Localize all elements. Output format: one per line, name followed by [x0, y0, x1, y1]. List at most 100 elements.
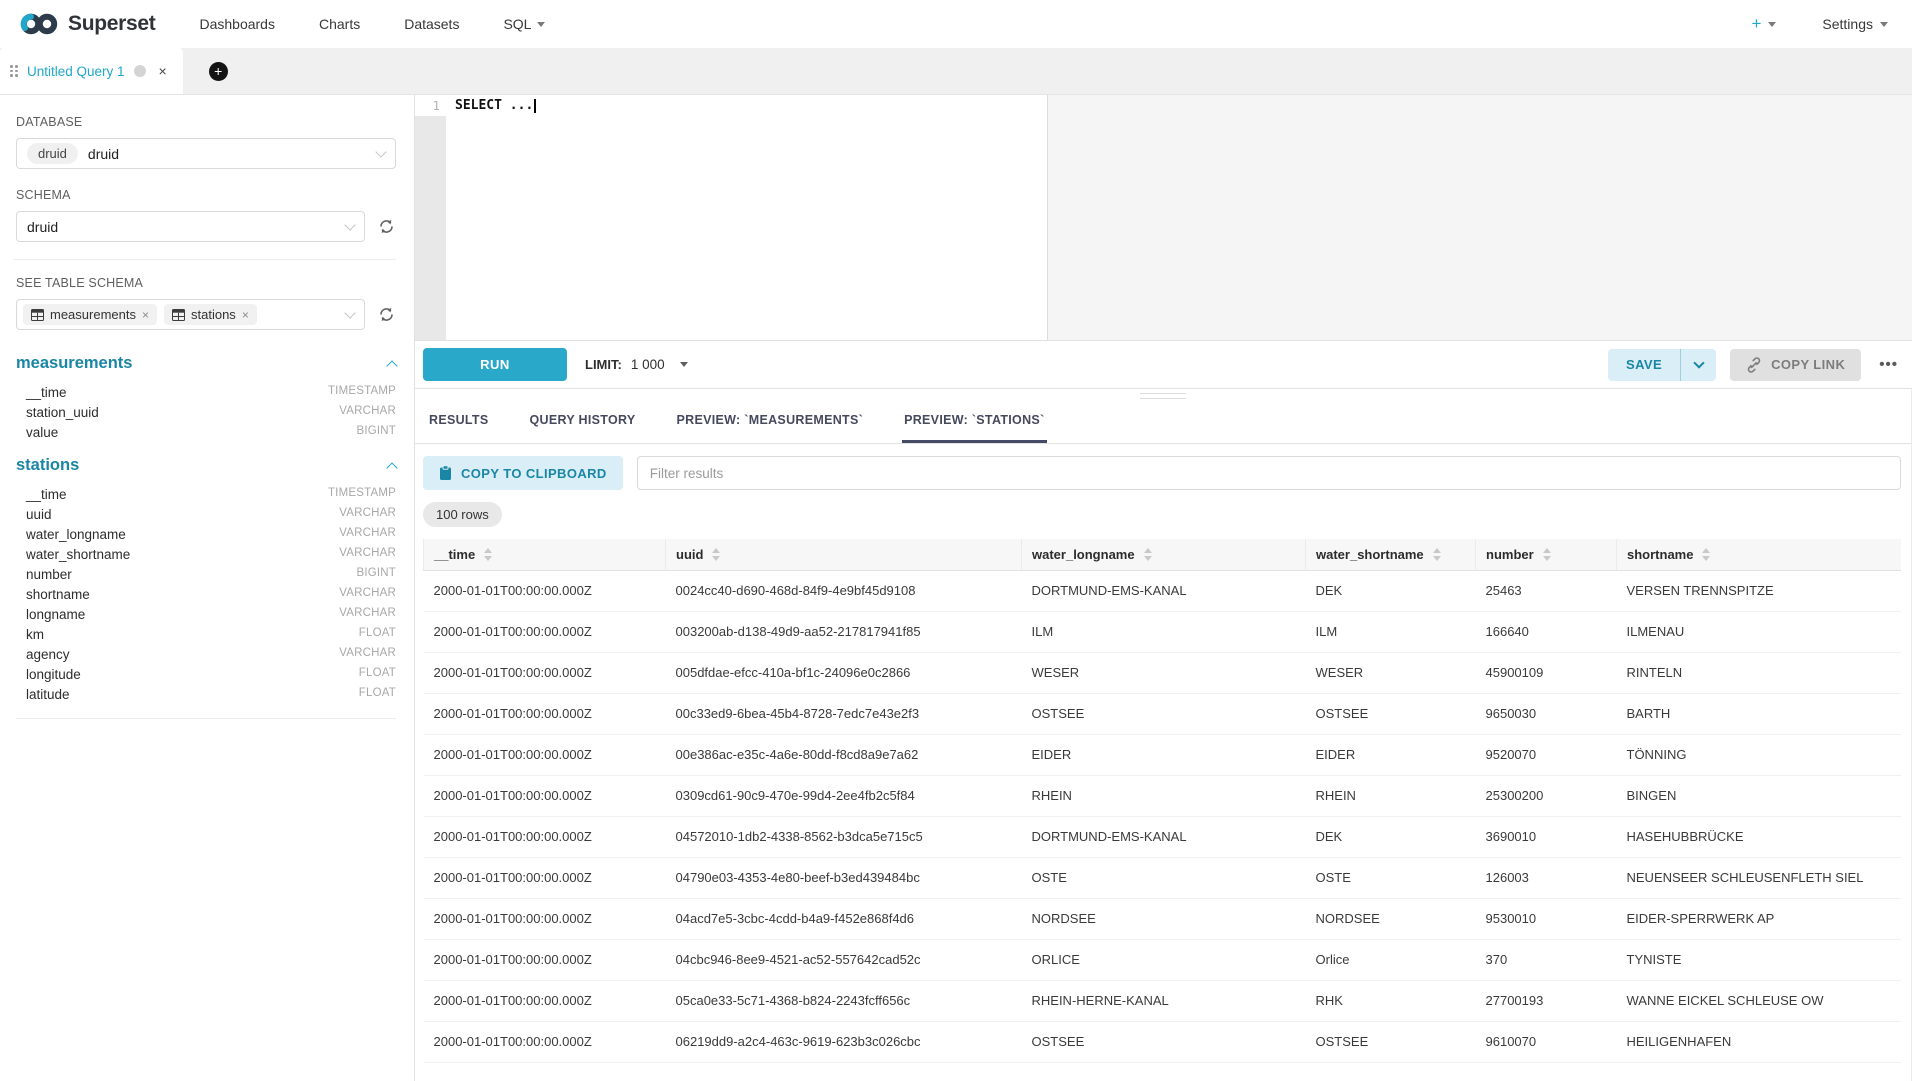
limit-dropdown[interactable]: LIMIT: 1 000 [585, 357, 688, 372]
caret-down-icon [1880, 22, 1888, 27]
caret-down-icon [680, 362, 688, 367]
column-type: VARCHAR [339, 587, 396, 602]
editor-background [1048, 95, 1912, 340]
column-type: TIMESTAMP [328, 487, 396, 502]
column-header[interactable]: water_shortname [1306, 539, 1476, 571]
copy-to-clipboard-button[interactable]: COPY TO CLIPBOARD [423, 456, 623, 490]
table-row[interactable]: 2000-01-01T00:00:00.000Z 00c33ed9-6bea-4… [424, 694, 1902, 735]
splitter-handle[interactable] [1140, 393, 1186, 399]
results-tab[interactable]: RESULTS [427, 401, 491, 443]
nav-menu-item[interactable]: Charts [319, 16, 360, 32]
column-type: VARCHAR [339, 547, 396, 562]
sort-icon[interactable] [1144, 548, 1152, 561]
column-name: shortname [26, 587, 90, 602]
cell-time: 2000-01-01T00:00:00.000Z [424, 735, 666, 776]
schema-card-measurements: measurements __time TIMESTAMP station_uu… [16, 354, 396, 442]
drag-handle-icon[interactable] [10, 65, 18, 77]
refresh-tables-icon[interactable] [377, 305, 396, 324]
cell-shortname: EIDER-SPERRWERK AP [1617, 899, 1902, 940]
superset-brand[interactable]: Superset [20, 12, 155, 36]
refresh-schema-icon[interactable] [377, 217, 396, 236]
copy-link-button[interactable]: COPY LINK [1730, 349, 1861, 381]
code-area[interactable]: SELECT ... [446, 95, 1047, 340]
cell-shortname: HEILIGENHAFEN [1617, 1022, 1902, 1063]
sidebar-divider [14, 259, 396, 260]
cell-number: 9650030 [1476, 694, 1617, 735]
column-type: VARCHAR [339, 405, 396, 420]
sql-editor[interactable]: 1 SELECT ... [415, 95, 1912, 341]
column-header[interactable]: water_longname [1022, 539, 1306, 571]
cell-time: 2000-01-01T00:00:00.000Z [424, 571, 666, 612]
sort-icon[interactable] [712, 548, 720, 561]
sort-icon[interactable] [1433, 548, 1441, 561]
results-tab[interactable]: QUERY HISTORY [528, 401, 638, 443]
close-tab-icon[interactable]: × [155, 63, 167, 79]
table-row[interactable]: 2000-01-01T00:00:00.000Z 04790e03-4353-4… [424, 858, 1902, 899]
table-row[interactable]: 2000-01-01T00:00:00.000Z 04572010-1db2-4… [424, 817, 1902, 858]
results-tab[interactable]: PREVIEW: `MEASUREMENTS` [675, 401, 866, 443]
table-row[interactable]: 2000-01-01T00:00:00.000Z 00e386ac-e35c-4… [424, 735, 1902, 776]
sort-icon[interactable] [484, 548, 492, 561]
column-name: station_uuid [26, 405, 99, 420]
query-tab-strip: Untitled Query 1 × + [0, 48, 1912, 95]
table-icon [172, 309, 185, 321]
cell-uuid: 04acd7e5-3cbc-4cdd-b4a9-f452e868f4d6 [666, 899, 1022, 940]
cell-time: 2000-01-01T00:00:00.000Z [424, 694, 666, 735]
sql-text: SELECT ... [455, 98, 533, 113]
cell-water-longname: OSTSEE [1022, 1022, 1306, 1063]
table-row[interactable]: 2000-01-01T00:00:00.000Z 0309cd61-90c9-4… [424, 776, 1902, 817]
cell-water-shortname: RHK [1306, 981, 1476, 1022]
column-name: longname [26, 607, 85, 622]
settings-label: Settings [1822, 16, 1873, 32]
results-panel: RESULTS QUERY HISTORY PREVIEW: `MEASUREM… [415, 389, 1912, 1081]
table-tag[interactable]: measurements × [23, 304, 157, 325]
column-header[interactable]: __time [424, 539, 666, 571]
table-row[interactable]: 2000-01-01T00:00:00.000Z 0024cc40-d690-4… [424, 571, 1902, 612]
editor-gutter: 1 [415, 95, 446, 340]
more-menu-icon[interactable]: ••• [1875, 356, 1902, 373]
settings-menu[interactable]: Settings [1822, 16, 1888, 32]
row-count-badge: 100 rows [423, 502, 502, 527]
filter-results-input[interactable] [637, 456, 1901, 490]
top-nav: Superset Dashboards Charts Datasets [0, 0, 1912, 48]
table-row[interactable]: 2000-01-01T00:00:00.000Z 04acd7e5-3cbc-4… [424, 899, 1902, 940]
remove-tag-icon[interactable]: × [142, 308, 149, 322]
nav-menu-item-label: SQL [503, 16, 531, 32]
column-header[interactable]: uuid [666, 539, 1022, 571]
run-button[interactable]: RUN [423, 348, 567, 381]
code-pane[interactable]: 1 SELECT ... [415, 95, 1048, 340]
table-name[interactable]: measurements [16, 354, 132, 373]
sort-icon[interactable] [1702, 548, 1710, 561]
query-tab[interactable]: Untitled Query 1 × [0, 48, 183, 94]
table-row[interactable]: 2000-01-01T00:00:00.000Z 04cbc946-8ee9-4… [424, 940, 1902, 981]
add-tab-button[interactable]: + [209, 62, 228, 81]
save-button[interactable]: SAVE [1608, 349, 1680, 381]
table-select[interactable]: measurements × [16, 299, 365, 330]
collapse-icon[interactable] [386, 360, 397, 371]
database-select[interactable]: druid druid [16, 138, 396, 169]
schema-select[interactable]: druid [16, 211, 365, 242]
column-header[interactable]: number [1476, 539, 1617, 571]
table-row[interactable]: 2000-01-01T00:00:00.000Z 06219dd9-a2c4-4… [424, 1022, 1902, 1063]
nav-menu-item[interactable]: Dashboards [199, 16, 275, 32]
remove-tag-icon[interactable]: × [242, 308, 249, 322]
cell-water-longname: DORTMUND-EMS-KANAL [1022, 817, 1306, 858]
results-tab[interactable]: PREVIEW: `STATIONS` [902, 401, 1046, 443]
table-tag[interactable]: stations × [164, 304, 257, 325]
cell-water-longname: RHEIN [1022, 776, 1306, 817]
nav-menu-item[interactable]: SQL [503, 16, 545, 32]
cell-shortname: TYNISTE [1617, 940, 1902, 981]
cell-time: 2000-01-01T00:00:00.000Z [424, 612, 666, 653]
table-row[interactable]: 2000-01-01T00:00:00.000Z 05ca0e33-5c71-4… [424, 981, 1902, 1022]
cell-uuid: 0024cc40-d690-468d-84f9-4e9bf45d9108 [666, 571, 1022, 612]
new-item-menu[interactable]: + [1751, 14, 1776, 34]
column-header[interactable]: shortname [1617, 539, 1902, 571]
nav-menu-item[interactable]: Datasets [404, 16, 459, 32]
table-name[interactable]: stations [16, 456, 79, 475]
save-menu-button[interactable] [1680, 349, 1716, 381]
column-row: water_shortname VARCHAR [16, 544, 396, 564]
collapse-icon[interactable] [386, 462, 397, 473]
table-row[interactable]: 2000-01-01T00:00:00.000Z 003200ab-d138-4… [424, 612, 1902, 653]
table-row[interactable]: 2000-01-01T00:00:00.000Z 005dfdae-efcc-4… [424, 653, 1902, 694]
sort-icon[interactable] [1543, 548, 1551, 561]
